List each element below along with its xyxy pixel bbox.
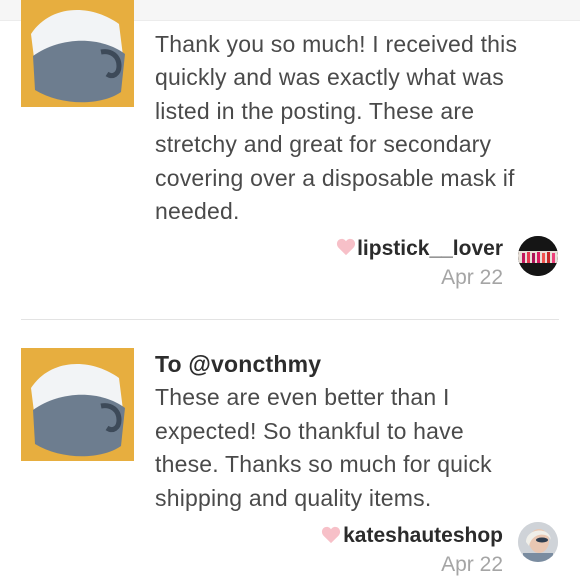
product-thumbnail[interactable] [21, 0, 134, 107]
review-line: these. Thanks so much for quick [155, 451, 492, 478]
review-date: Apr 22 [441, 266, 503, 289]
review-author[interactable]: kateshauteshop [343, 524, 503, 548]
heart-icon[interactable] [321, 526, 341, 544]
product-thumbnail[interactable] [21, 348, 134, 461]
review-date: Apr 22 [441, 553, 503, 576]
profile-avatar [518, 522, 558, 562]
review-line: needed. [155, 198, 240, 225]
review-recipient[interactable]: To @voncthmy [155, 348, 555, 381]
review-line: shipping and quality items. [155, 484, 432, 511]
review-divider [21, 319, 559, 320]
review-line: These are even better than I [155, 384, 450, 411]
heart-icon[interactable] [336, 238, 356, 256]
review-text: Thank you so much! I received this quick… [155, 28, 555, 228]
review-line: Thank you so much! I received this [155, 31, 518, 57]
review-text: To @voncthmy These are even better than … [155, 348, 555, 515]
mask-image [21, 348, 134, 461]
review-line: quickly and was exactly what was [155, 64, 504, 91]
review-author[interactable]: lipstick__lover [357, 237, 503, 261]
review-line: expected! So thankful to have [155, 417, 464, 444]
lipstick-avatar [518, 236, 558, 276]
review-line: stretchy and great for secondary [155, 131, 492, 158]
review-line: covering over a disposable mask if [155, 164, 515, 191]
review-line: listed in the posting. These are [155, 97, 475, 124]
author-avatar[interactable] [518, 236, 558, 276]
mask-image [21, 0, 134, 107]
author-avatar[interactable] [518, 522, 558, 562]
